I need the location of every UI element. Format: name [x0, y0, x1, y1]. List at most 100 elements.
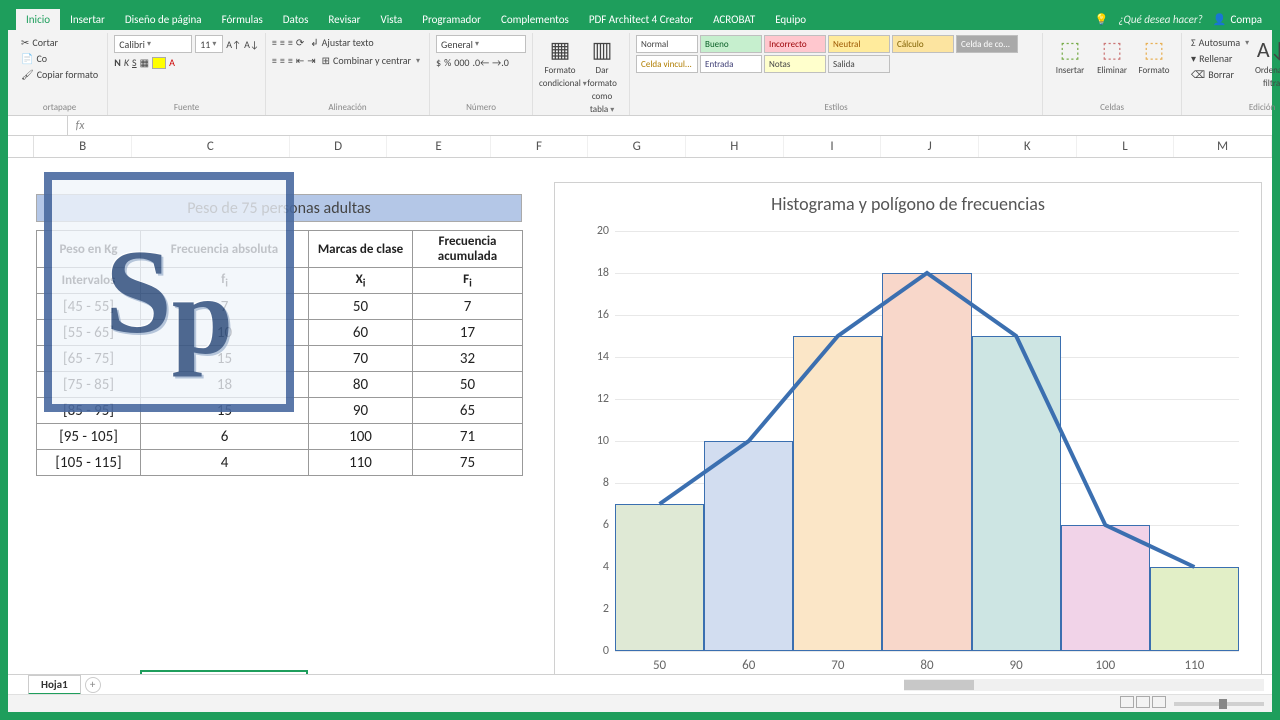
- table-cell[interactable]: 50: [309, 294, 413, 320]
- tab-acrobat[interactable]: ACROBAT: [703, 9, 765, 30]
- table-cell[interactable]: 6: [141, 424, 309, 450]
- horizontal-scrollbar[interactable]: [904, 679, 1264, 691]
- tab-pdf[interactable]: PDF Architect 4 Creator: [579, 9, 703, 30]
- tab-inicio[interactable]: Inicio: [16, 9, 60, 30]
- decrease-font-icon[interactable]: A↓: [244, 38, 259, 51]
- table-cell[interactable]: 75: [413, 450, 523, 476]
- tab-vista[interactable]: Vista: [371, 9, 413, 30]
- tab-equipo[interactable]: Equipo: [765, 9, 816, 30]
- cut-button[interactable]: ✂ Cortar: [18, 35, 101, 50]
- align-right-icon[interactable]: ≡: [288, 54, 293, 67]
- conditional-formatting-button[interactable]: ▦Formato condicional▾: [539, 35, 581, 101]
- col-H[interactable]: H: [686, 136, 784, 157]
- col-M[interactable]: M: [1174, 136, 1272, 157]
- percent-icon[interactable]: %: [444, 56, 451, 69]
- italic-button[interactable]: K: [124, 56, 129, 69]
- dec-decimal-icon[interactable]: →.0: [492, 56, 509, 69]
- delete-cells-button[interactable]: ⬚Eliminar: [1091, 35, 1133, 101]
- font-color-button[interactable]: A: [169, 56, 175, 69]
- table-row[interactable]: [95 - 105]610071: [37, 424, 523, 450]
- insert-cells-button[interactable]: ⬚Insertar: [1049, 35, 1091, 101]
- chart[interactable]: Histograma y polígono de frecuencias 024…: [554, 182, 1262, 674]
- name-box[interactable]: [8, 116, 68, 135]
- style-neutral[interactable]: Neutral: [828, 35, 890, 53]
- indent-inc-icon[interactable]: ⇥: [307, 54, 315, 67]
- formula-bar[interactable]: [92, 116, 1272, 135]
- view-mode-buttons[interactable]: [1118, 696, 1166, 711]
- col-L[interactable]: L: [1077, 136, 1175, 157]
- style-celda-comprob[interactable]: Celda de co...: [956, 35, 1018, 53]
- table-row[interactable]: [105 - 115]411075: [37, 450, 523, 476]
- col-J[interactable]: J: [881, 136, 979, 157]
- font-name-select[interactable]: Calibri▾: [114, 35, 192, 53]
- share-button[interactable]: 👤Compa: [1213, 13, 1262, 26]
- col-K[interactable]: K: [979, 136, 1077, 157]
- indent-dec-icon[interactable]: ⇤: [296, 54, 304, 67]
- col-F[interactable]: F: [491, 136, 589, 157]
- column-headers[interactable]: B C D E F G H I J K L M: [8, 136, 1272, 158]
- merge-center-button[interactable]: ⊞ Combinar y centrar▾: [319, 53, 423, 68]
- style-normal[interactable]: Normal: [636, 35, 698, 53]
- font-size-select[interactable]: 11▾: [195, 35, 223, 53]
- style-bueno[interactable]: Bueno: [700, 35, 762, 53]
- format-painter-button[interactable]: 🖌 Copiar formato: [18, 67, 101, 82]
- fill-button[interactable]: ▾ Rellenar: [1188, 51, 1252, 66]
- table-cell[interactable]: [95 - 105]: [37, 424, 141, 450]
- align-middle-icon[interactable]: ≡: [280, 36, 285, 49]
- cell-styles-gallery[interactable]: Normal Bueno Incorrecto Neutral Cálculo …: [636, 35, 1036, 73]
- table-cell[interactable]: 17: [413, 320, 523, 346]
- table-cell[interactable]: 65: [413, 398, 523, 424]
- table-cell[interactable]: 100: [309, 424, 413, 450]
- col-E[interactable]: E: [387, 136, 490, 157]
- fill-color-button[interactable]: [152, 57, 166, 69]
- style-entrada[interactable]: Entrada: [700, 55, 762, 73]
- tab-datos[interactable]: Datos: [273, 9, 319, 30]
- zoom-slider[interactable]: [1174, 702, 1264, 706]
- increase-font-icon[interactable]: A↑: [226, 38, 241, 51]
- col-I[interactable]: I: [784, 136, 882, 157]
- tab-complementos[interactable]: Complementos: [491, 9, 579, 30]
- table-cell[interactable]: 50: [413, 372, 523, 398]
- table-cell[interactable]: 110: [309, 450, 413, 476]
- style-incorrecto[interactable]: Incorrecto: [764, 35, 826, 53]
- comma-icon[interactable]: 000: [454, 56, 469, 69]
- col-D[interactable]: D: [290, 136, 388, 157]
- wrap-text-button[interactable]: ↲ Ajustar texto: [307, 35, 376, 50]
- tab-revisar[interactable]: Revisar: [318, 9, 370, 30]
- table-cell[interactable]: 4: [141, 450, 309, 476]
- col-G[interactable]: G: [588, 136, 686, 157]
- table-cell[interactable]: [105 - 115]: [37, 450, 141, 476]
- table-cell[interactable]: 71: [413, 424, 523, 450]
- sheet-tab-hoja1[interactable]: Hoja1: [28, 675, 81, 695]
- autosum-button[interactable]: Σ Autosuma▾: [1188, 35, 1252, 50]
- active-cell[interactable]: [140, 670, 308, 674]
- col-B[interactable]: B: [34, 136, 132, 157]
- clear-button[interactable]: ⌫ Borrar: [1188, 67, 1252, 82]
- border-button[interactable]: ▦: [140, 56, 149, 69]
- orientation-icon[interactable]: ⟳: [296, 36, 304, 49]
- table-cell[interactable]: 90: [309, 398, 413, 424]
- copy-button[interactable]: 📄 Co: [18, 51, 101, 66]
- accounting-icon[interactable]: $: [436, 56, 441, 69]
- align-center-icon[interactable]: ≡: [280, 54, 285, 67]
- fx-icon[interactable]: fx: [68, 116, 92, 135]
- style-notas[interactable]: Notas: [764, 55, 826, 73]
- tab-diseno[interactable]: Diseño de página: [115, 9, 212, 30]
- add-sheet-button[interactable]: +: [85, 677, 101, 693]
- col-C[interactable]: C: [132, 136, 290, 157]
- tab-formulas[interactable]: Fórmulas: [212, 9, 273, 30]
- style-salida[interactable]: Salida: [828, 55, 890, 73]
- number-format-select[interactable]: General▾: [436, 35, 526, 53]
- table-cell[interactable]: 32: [413, 346, 523, 372]
- underline-button[interactable]: S: [132, 56, 137, 69]
- sort-filter-button[interactable]: A↓Ordenar y filtrar: [1252, 35, 1280, 101]
- align-left-icon[interactable]: ≡: [272, 54, 277, 67]
- tell-me-search[interactable]: ¿Qué desea hacer?: [1118, 13, 1202, 26]
- table-cell[interactable]: 60: [309, 320, 413, 346]
- style-celda-vinculada[interactable]: Celda vincul...: [636, 55, 698, 73]
- tab-programador[interactable]: Programador: [412, 9, 491, 30]
- tab-insertar[interactable]: Insertar: [60, 9, 115, 30]
- format-cells-button[interactable]: ⬚Formato: [1133, 35, 1175, 101]
- format-as-table-button[interactable]: ▥Dar formato como tabla▾: [581, 35, 623, 101]
- table-cell[interactable]: 7: [413, 294, 523, 320]
